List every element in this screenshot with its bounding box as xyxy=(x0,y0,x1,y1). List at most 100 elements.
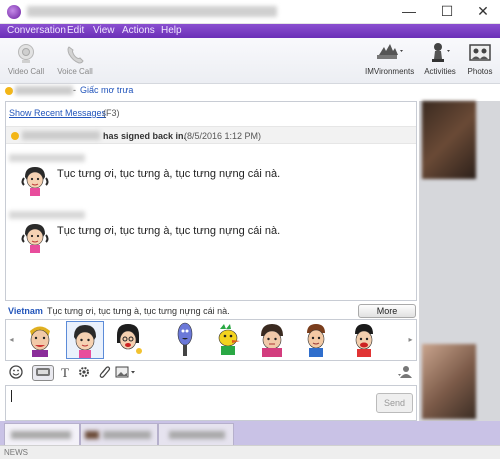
contact-display-image[interactable] xyxy=(422,101,476,179)
audible-item[interactable] xyxy=(166,321,204,359)
audible-country-link[interactable]: Vietnam xyxy=(8,306,43,316)
video-call-button[interactable]: Video Call xyxy=(6,43,46,76)
imvironments-label: IMVironments xyxy=(365,67,415,76)
settings-button[interactable] xyxy=(77,365,91,381)
video-call-label: Video Call xyxy=(7,67,45,76)
imvironments-icon xyxy=(377,44,403,59)
audible-current-text: Tục tưng ơi, tục tưng à, tục tưng nựng c… xyxy=(47,306,230,316)
audible-item[interactable] xyxy=(110,321,148,359)
conversation-tab[interactable] xyxy=(4,423,80,445)
conversation-tab[interactable] xyxy=(158,423,234,445)
audible-character-icon xyxy=(355,324,373,357)
user-icon xyxy=(398,366,412,378)
message-text: Tục tưng ơi, tục tưng à, tục tưng nựng c… xyxy=(57,168,281,180)
audible-character-icon xyxy=(74,325,96,358)
photos-button[interactable]: Photos xyxy=(465,41,495,76)
audibles-scroll-left[interactable]: ◂ xyxy=(6,320,17,360)
contact-info-button[interactable] xyxy=(397,365,415,381)
audibles-bar: Vietnam Tục tưng ơi, tục tưng à, tục tưn… xyxy=(5,304,417,328)
photos-icon xyxy=(469,44,491,61)
audible-character-icon xyxy=(218,324,240,355)
tab-label-redacted xyxy=(11,431,71,439)
insert-image-button[interactable] xyxy=(115,365,137,381)
audibles-toggle-button[interactable] xyxy=(32,365,54,381)
news-bar: NEWS xyxy=(0,445,500,459)
audible-character-avatar xyxy=(21,224,49,253)
tab-label-redacted xyxy=(169,431,225,439)
menu-help[interactable]: Help xyxy=(161,25,182,36)
menu-conversation[interactable]: Conversation xyxy=(7,25,66,36)
my-display-image[interactable] xyxy=(422,344,476,419)
audible-character-icon xyxy=(261,324,283,357)
menu-view[interactable]: View xyxy=(93,25,115,36)
audible-character-icon xyxy=(307,324,325,357)
status-separator: - xyxy=(73,85,76,95)
audible-character-icon xyxy=(117,324,142,354)
display-image-panel xyxy=(419,101,500,421)
menu-actions[interactable]: Actions xyxy=(122,25,155,36)
status-message-link[interactable]: Giấc mơ trưa xyxy=(80,85,133,95)
audible-item[interactable] xyxy=(298,321,336,359)
voice-call-button[interactable]: Voice Call xyxy=(55,43,95,76)
toolbar: Video Call Voice Call IMVironments Activ… xyxy=(0,38,500,84)
activities-button[interactable]: Activities xyxy=(422,41,458,76)
send-button[interactable]: Send xyxy=(376,393,413,413)
emoticon-button[interactable] xyxy=(8,365,24,381)
news-label[interactable]: NEWS xyxy=(4,448,28,457)
paperclip-icon xyxy=(99,366,111,378)
minimize-button[interactable]: — xyxy=(392,0,426,24)
webcam-icon xyxy=(18,44,34,63)
menu-edit[interactable]: Edit xyxy=(67,25,84,36)
message-text: Tục tưng ơi, tục tưng à, tục tưng nựng c… xyxy=(57,225,281,237)
text-caret xyxy=(11,390,12,402)
message-input[interactable]: Send xyxy=(5,385,417,421)
audible-character-icon xyxy=(177,322,193,356)
input-toolbar: T xyxy=(5,362,417,384)
show-recent-shortcut: (F3) xyxy=(103,108,120,118)
attach-file-button[interactable] xyxy=(97,365,111,381)
photos-label: Photos xyxy=(467,67,493,76)
smiley-icon xyxy=(9,365,23,379)
activities-label: Activities xyxy=(424,67,456,76)
message-sender-redacted xyxy=(9,154,85,162)
voice-call-label: Voice Call xyxy=(57,67,93,76)
close-button[interactable]: ✕ xyxy=(466,0,500,24)
signed-back-time: (8/5/2016 1:12 PM) xyxy=(184,131,262,141)
chess-pawn-icon xyxy=(432,43,450,62)
audibles-icon xyxy=(36,368,50,376)
show-recent-messages-link[interactable]: Show Recent Messages xyxy=(9,108,106,118)
message-sender-redacted xyxy=(9,211,85,219)
conversation-history[interactable]: Show Recent Messages (F3) has signed bac… xyxy=(5,101,417,301)
conversation-tab[interactable] xyxy=(80,423,158,445)
contact-name-redacted xyxy=(15,86,73,95)
title-bar: — ☐ ✕ xyxy=(0,0,500,24)
status-idle-icon xyxy=(11,132,19,140)
audible-item[interactable] xyxy=(254,321,292,359)
gear-icon xyxy=(79,367,89,377)
font-settings-button[interactable]: T xyxy=(58,365,72,381)
audible-item[interactable] xyxy=(346,321,384,359)
audible-item-selected[interactable] xyxy=(66,321,104,359)
audibles-strip: ◂ ▸ xyxy=(5,319,417,361)
phone-icon xyxy=(67,46,84,64)
tab-avatar-redacted xyxy=(85,431,99,439)
signed-back-text: has signed back in. xyxy=(103,131,187,141)
conversation-tabs xyxy=(0,421,500,445)
audible-item[interactable] xyxy=(210,321,248,359)
imvironments-button[interactable]: IMVironments xyxy=(365,41,415,76)
audible-character-avatar xyxy=(21,167,49,196)
audible-character-icon xyxy=(30,326,50,357)
image-icon xyxy=(115,366,135,378)
audible-item[interactable] xyxy=(22,321,60,359)
contact-status-row: - Giấc mơ trưa xyxy=(0,84,420,98)
audibles-scroll-right[interactable]: ▸ xyxy=(405,320,416,360)
signed-back-notice: has signed back in. (8/5/2016 1:12 PM) xyxy=(6,126,416,144)
tab-label-redacted xyxy=(103,431,151,439)
status-idle-icon xyxy=(5,87,13,95)
window-title-redacted xyxy=(27,6,277,17)
yahoo-messenger-app-icon xyxy=(7,5,21,19)
more-audibles-button[interactable]: More Audibles xyxy=(358,304,416,328)
maximize-button[interactable]: ☐ xyxy=(430,0,464,24)
menu-bar: Conversation Edit View Actions Help xyxy=(0,24,500,38)
contact-name-redacted xyxy=(22,131,100,140)
